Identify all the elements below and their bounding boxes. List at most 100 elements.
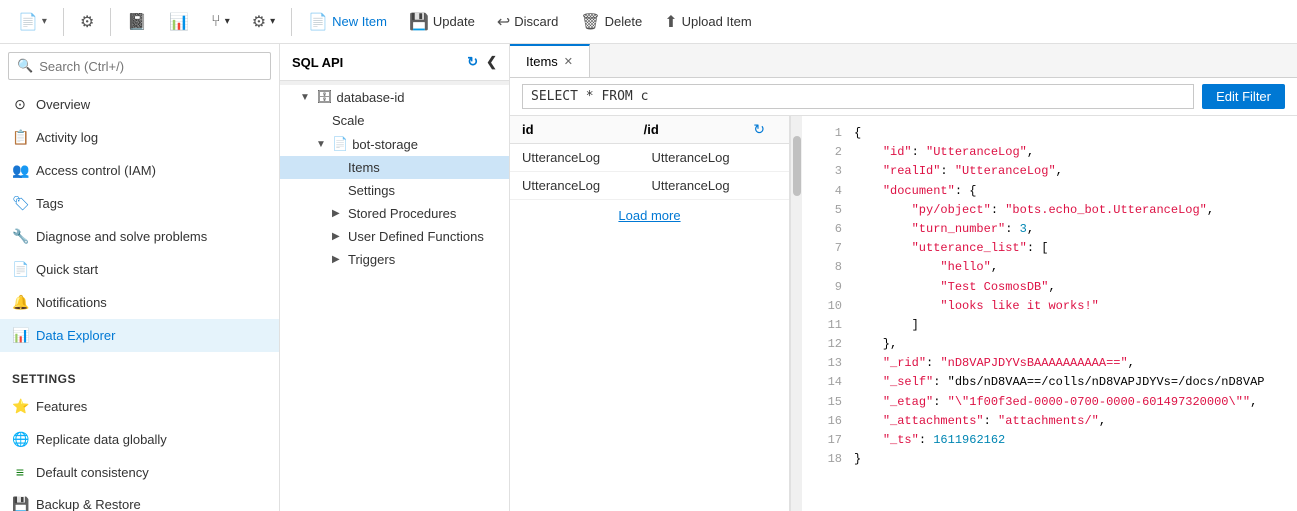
diagnose-icon: 🔧 (12, 228, 28, 245)
notebook-btn[interactable]: 📓 (117, 6, 157, 38)
new-doc-icon: 📄 (18, 12, 38, 32)
collapse-icon[interactable]: ❮ (486, 54, 497, 70)
query-panel: Items ✕ Edit Filter id /id ↻ UtteranceLo… (510, 44, 1297, 511)
scrollbar-thumb (793, 136, 801, 196)
list-scrollbar[interactable] (790, 116, 802, 511)
quick-start-icon: 📄 (12, 261, 28, 278)
sidebar-item-replicate[interactable]: 🌐 Replicate data globally (0, 423, 279, 456)
sidebar-item-activity-log[interactable]: 📋 Activity log (0, 121, 279, 154)
results-header: id /id ↻ (510, 116, 789, 144)
edit-filter-btn[interactable]: Edit Filter (1202, 84, 1285, 109)
sidebar-item-access-control[interactable]: 👥 Access control (IAM) (0, 154, 279, 187)
results-area: id /id ↻ UtteranceLog UtteranceLog Utter… (510, 116, 1297, 511)
data-panel-header: SQL API ↻ ❮ (280, 44, 509, 81)
features-icon: ⭐ (12, 398, 28, 415)
settings-btn[interactable]: ⚙ (70, 6, 104, 38)
sidebar-item-overview[interactable]: ⊙ Overview (0, 88, 279, 121)
db-chevron-icon: ▼ (300, 92, 312, 103)
upload-item-btn[interactable]: ⬆ Upload Item (654, 6, 762, 38)
json-line: 12 }, (802, 335, 1297, 354)
filter-input[interactable] (522, 84, 1194, 109)
json-line: 9 "Test CosmosDB", (802, 278, 1297, 297)
refresh-icon[interactable]: ↻ (467, 54, 478, 70)
separator-1 (63, 8, 64, 36)
activity-log-icon: 📋 (12, 129, 28, 146)
cell-id: UtteranceLog (510, 144, 640, 171)
sidebar-item-consistency[interactable]: ≡ Default consistency (0, 456, 279, 488)
load-more-link[interactable]: Load more (510, 200, 789, 231)
data-panel-actions: ↻ ❮ (467, 54, 497, 70)
cell-rid: UtteranceLog (640, 144, 770, 171)
json-line: 17 "_ts": 1611962162 (802, 431, 1297, 450)
sidebar-item-tags[interactable]: 🏷 Tags (0, 187, 279, 220)
tree-triggers[interactable]: ▶ Triggers (280, 248, 509, 271)
branch-btn[interactable]: ⑂ ▾ (201, 7, 240, 37)
config-icon: ⚙ (252, 12, 266, 32)
tree-udf[interactable]: ▶ User Defined Functions (280, 225, 509, 248)
tree-items[interactable]: Items (280, 156, 509, 179)
json-line: 2 "id": "UtteranceLog", (802, 143, 1297, 162)
sidebar: 🔍 ⊙ Overview 📋 Activity log 👥 Access con… (0, 44, 280, 511)
sidebar-item-diagnose[interactable]: 🔧 Diagnose and solve problems (0, 220, 279, 253)
data-panel: SQL API ↻ ❮ ▼ 🗄 database-id Scale ▼ (280, 44, 510, 511)
items-tab[interactable]: Items ✕ (510, 44, 590, 77)
new-document-btn[interactable]: 📄 ▾ (8, 6, 57, 38)
overview-icon: ⊙ (12, 96, 28, 113)
sp-chevron-icon: ▶ (332, 208, 344, 219)
col-rid: /id (632, 116, 754, 143)
delete-btn[interactable]: 🗑 Delete (570, 6, 652, 38)
tab-close-icon[interactable]: ✕ (564, 55, 573, 68)
search-icon: 🔍 (17, 58, 33, 74)
json-line: 7 "utterance_list": [ (802, 239, 1297, 258)
tags-icon: 🏷 (12, 195, 28, 212)
json-line: 13 "_rid": "nD8VAPJDYVsBAAAAAAAAAA==", (802, 354, 1297, 373)
notifications-icon: 🔔 (12, 294, 28, 311)
tree-database[interactable]: ▼ 🗄 database-id (280, 85, 509, 109)
json-line: 16 "_attachments": "attachments/", (802, 412, 1297, 431)
sidebar-item-notifications[interactable]: 🔔 Notifications (0, 286, 279, 319)
replicate-icon: 🌐 (12, 431, 28, 448)
json-line: 6 "turn_number": 3, (802, 220, 1297, 239)
branch-icon: ⑂ (211, 13, 221, 31)
consistency-icon: ≡ (12, 464, 28, 480)
json-line: 11 ] (802, 316, 1297, 335)
sidebar-item-data-explorer[interactable]: 📊 Data Explorer (0, 319, 279, 352)
col-id: id (510, 116, 632, 143)
new-item-btn[interactable]: 📄 New Item (298, 6, 397, 38)
separator-2 (110, 8, 111, 36)
update-btn[interactable]: 💾 Update (399, 6, 485, 38)
data-explorer-icon: 📊 (12, 327, 28, 344)
iam-icon: 👥 (12, 162, 28, 179)
tree-settings[interactable]: Settings (280, 179, 509, 202)
discard-icon: ↩ (497, 12, 510, 32)
sidebar-item-features[interactable]: ⭐ Features (0, 390, 279, 423)
search-box[interactable]: 🔍 (8, 52, 271, 80)
table-row[interactable]: UtteranceLog UtteranceLog (510, 172, 789, 200)
json-line: 4 "document": { (802, 182, 1297, 201)
triggers-chevron-icon: ▶ (332, 254, 344, 265)
delete-icon: 🗑 (580, 12, 600, 32)
table-icon: 📊 (169, 12, 189, 32)
cell-id: UtteranceLog (510, 172, 640, 199)
toolbar: 📄 ▾ ⚙ 📓 📊 ⑂ ▾ ⚙ ▾ 📄 New Item 💾 Update ↩ … (0, 0, 1297, 44)
table-row[interactable]: UtteranceLog UtteranceLog (510, 144, 789, 172)
data-tree: ▼ 🗄 database-id Scale ▼ 📄 bot-storage It… (280, 85, 509, 511)
tree-scale[interactable]: Scale (280, 109, 509, 132)
new-item-icon: 📄 (308, 12, 328, 32)
separator-3 (291, 8, 292, 36)
results-rows: UtteranceLog UtteranceLog UtteranceLog U… (510, 144, 789, 511)
results-refresh-icon[interactable]: ↻ (753, 121, 765, 138)
notebook-icon: 📓 (127, 12, 147, 32)
upload-icon: ⬆ (664, 12, 677, 32)
sidebar-item-backup[interactable]: 💾 Backup & Restore (0, 488, 279, 511)
discard-btn[interactable]: ↩ Discard (487, 6, 568, 38)
container-chevron-icon: ▼ (316, 139, 328, 150)
tree-container[interactable]: ▼ 📄 bot-storage (280, 132, 509, 156)
filter-bar: Edit Filter (510, 78, 1297, 116)
config-btn[interactable]: ⚙ ▾ (242, 6, 285, 38)
search-input[interactable] (39, 59, 262, 74)
tree-stored-procedures[interactable]: ▶ Stored Procedures (280, 202, 509, 225)
sidebar-item-quick-start[interactable]: 📄 Quick start (0, 253, 279, 286)
json-line: 3 "realId": "UtteranceLog", (802, 162, 1297, 181)
table-btn[interactable]: 📊 (159, 6, 199, 38)
